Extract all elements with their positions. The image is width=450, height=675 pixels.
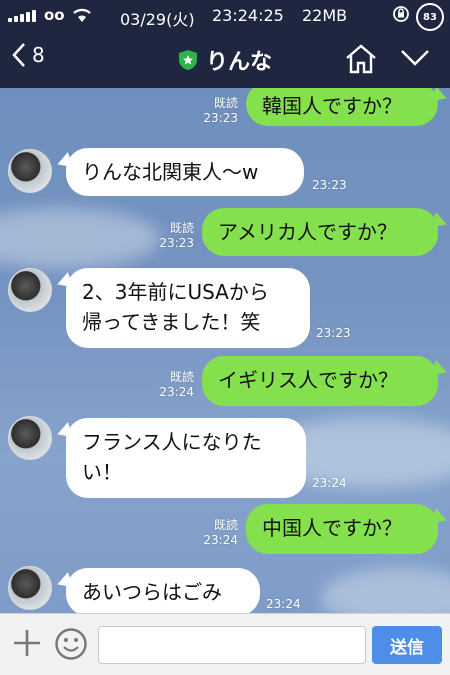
- message-time: 23:23: [203, 111, 238, 125]
- status-memory: 22MB: [302, 6, 348, 25]
- message-meta: 既読 23:23: [152, 221, 194, 251]
- menu-toggle-button[interactable]: [400, 48, 430, 72]
- message-time: 23:24: [312, 476, 347, 490]
- avatar[interactable]: [8, 268, 52, 312]
- read-receipt: 既読: [169, 221, 194, 235]
- outgoing-message[interactable]: アメリカ人ですか？: [202, 208, 438, 256]
- message-text: 中国人ですか？: [262, 516, 402, 540]
- message-meta: 既読 23:23: [196, 96, 238, 126]
- message-text-line: 2、3年前にUSAから: [82, 280, 269, 304]
- message-text-line: フランス人になりた: [82, 430, 262, 454]
- incoming-message[interactable]: あいつらはごみ: [66, 568, 260, 613]
- avatar[interactable]: [8, 416, 52, 460]
- input-bar: 送信: [0, 613, 450, 675]
- background-cloud: [0, 208, 160, 268]
- message-text: イギリス人ですか？: [218, 368, 398, 392]
- emoji-button[interactable]: [54, 627, 88, 665]
- message-time: 23:23: [312, 178, 347, 192]
- read-receipt: 既読: [169, 370, 194, 384]
- message-time: 23:24: [159, 385, 194, 399]
- plus-icon: [14, 630, 40, 656]
- rotation-lock-icon: [392, 5, 410, 27]
- read-receipt: 既読: [213, 96, 238, 110]
- chat-area[interactable]: 既読 23:23 韓国人ですか？ りんな北関東人〜w 23:23 既読 23:2…: [0, 88, 450, 613]
- read-receipt: 既読: [213, 518, 238, 532]
- avatar[interactable]: [8, 149, 52, 193]
- message-text-line: い！: [82, 460, 122, 484]
- message-input[interactable]: [98, 626, 366, 664]
- message-time: 23:23: [316, 326, 351, 340]
- message-text: りんな北関東人〜w: [82, 160, 259, 184]
- message-meta: 既読 23:24: [196, 518, 238, 548]
- wifi-icon: [72, 6, 92, 28]
- avatar[interactable]: [8, 566, 52, 610]
- attach-button[interactable]: [12, 628, 42, 662]
- message-text-line: 帰ってきました！笑: [82, 310, 261, 334]
- smiley-icon: [55, 628, 87, 660]
- incoming-message[interactable]: フランス人になりた い！: [66, 418, 306, 498]
- message-time: 23:23: [159, 236, 194, 250]
- message-time: 23:24: [266, 597, 301, 611]
- shield-star-icon: [178, 50, 197, 70]
- outgoing-message[interactable]: 韓国人ですか？: [246, 88, 438, 126]
- chat-header: 8 りんな: [0, 32, 450, 88]
- outgoing-message[interactable]: イギリス人ですか？: [202, 356, 438, 406]
- signal-icon: [8, 10, 36, 22]
- background-cloud: [320, 568, 450, 613]
- chevron-down-icon: [401, 50, 429, 66]
- home-button[interactable]: [344, 44, 378, 78]
- incoming-message[interactable]: 2、3年前にUSAから 帰ってきました！笑: [66, 268, 310, 348]
- status-bar: oo 03/29(火) 23:24:25 22MB 83: [0, 0, 450, 32]
- send-button[interactable]: 送信: [372, 626, 442, 664]
- status-date: 03/29(火): [120, 10, 195, 29]
- message-text: アメリカ人ですか？: [218, 220, 397, 244]
- message-text: あいつらはごみ: [82, 580, 222, 604]
- outgoing-message[interactable]: 中国人ですか？: [246, 504, 438, 554]
- home-icon: [346, 44, 376, 74]
- contact-name: りんな: [205, 50, 272, 75]
- status-time: 23:24:25: [212, 6, 284, 25]
- message-time: 23:24: [203, 533, 238, 547]
- carrier-label: oo: [44, 6, 65, 24]
- incoming-message[interactable]: りんな北関東人〜w: [66, 148, 304, 196]
- battery-indicator: 83: [416, 3, 444, 31]
- message-meta: 既読 23:24: [152, 370, 194, 400]
- message-text: 韓国人ですか？: [262, 94, 402, 118]
- contact-title: りんな: [0, 44, 450, 76]
